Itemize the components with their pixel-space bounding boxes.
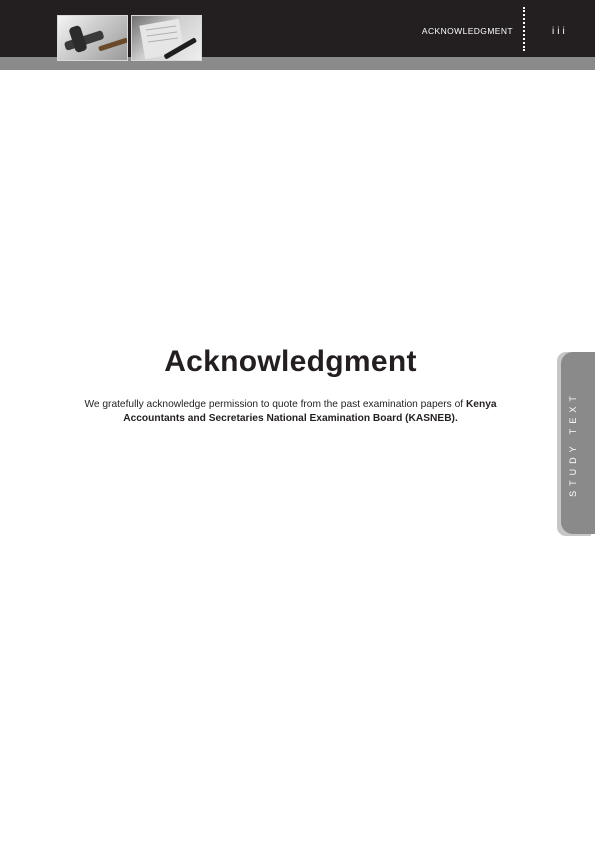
paragraph-text: We gratefully acknowledge permission to … [84, 399, 464, 410]
page-title: Acknowledgment [164, 345, 417, 378]
side-tab-label: STUDY TEXT [568, 391, 578, 497]
header-divider [523, 7, 525, 51]
pen-image [131, 15, 202, 61]
gavel-image [57, 15, 128, 61]
side-tab [561, 352, 595, 534]
section-label: ACKNOWLEDGMENT [421, 26, 513, 36]
acknowledgment-paragraph: We gratefully acknowledge permission to … [58, 398, 523, 426]
page-number: iii [552, 26, 568, 37]
